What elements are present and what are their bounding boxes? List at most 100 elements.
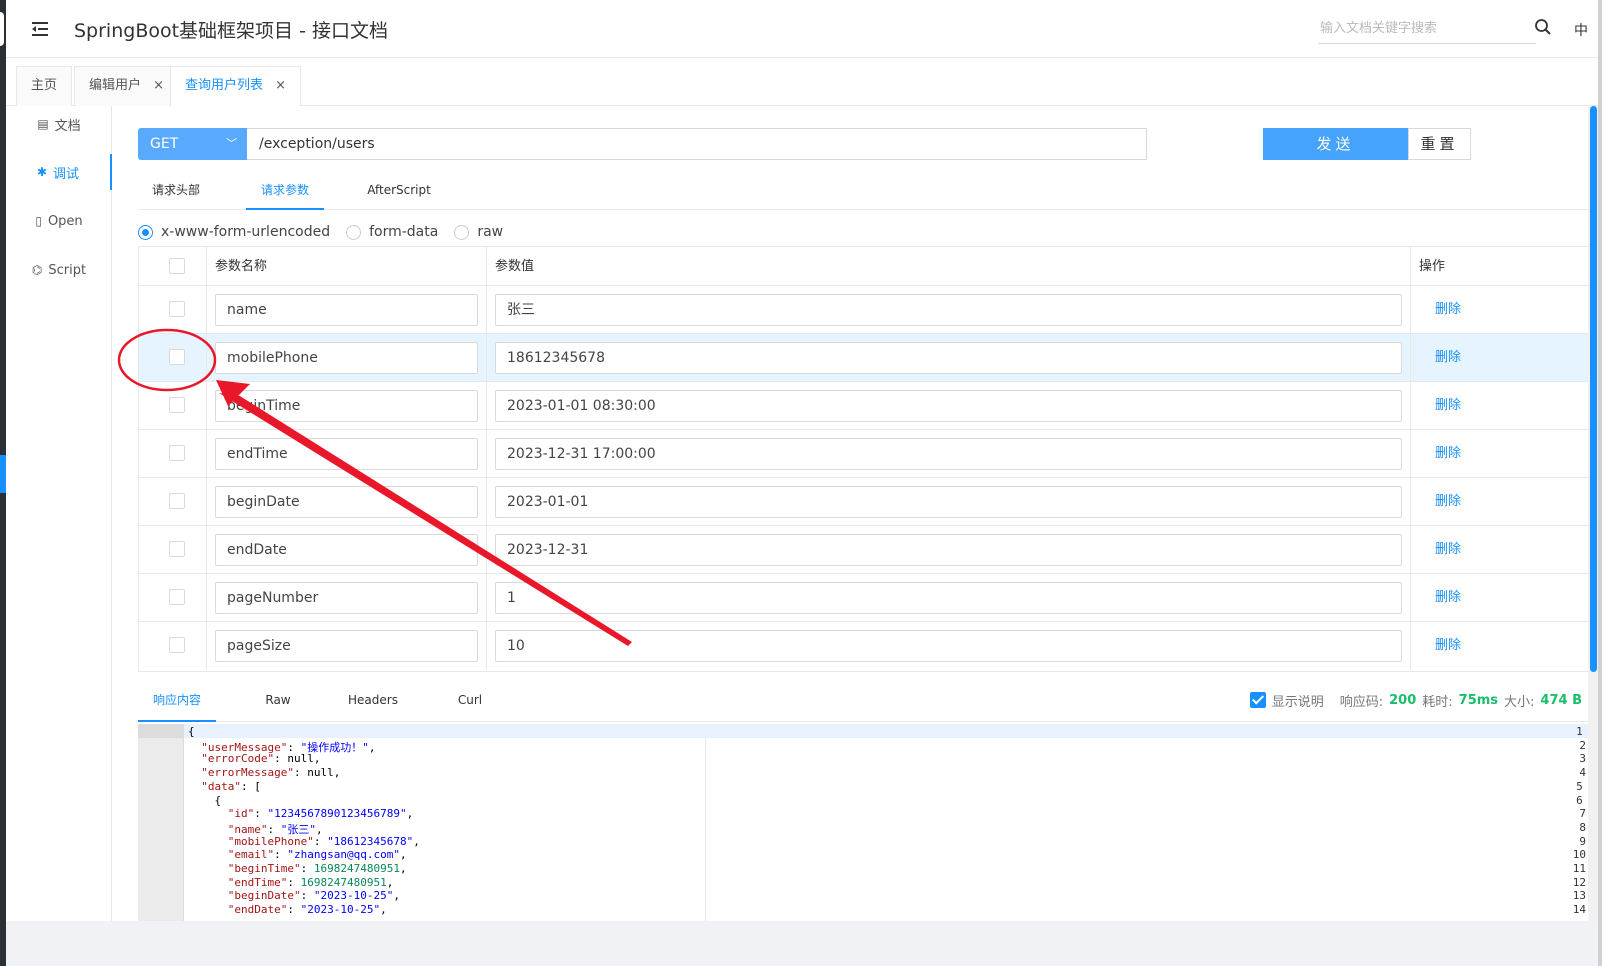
param-value-input[interactable]: 18612345678 [495, 342, 1402, 374]
param-value-input[interactable]: 1 [495, 582, 1402, 614]
param-name-input[interactable]: pageSize [215, 630, 478, 662]
row-checkbox[interactable] [169, 349, 185, 365]
tab-response-raw[interactable]: Raw [258, 686, 298, 722]
radio-unchecked[interactable] [454, 224, 470, 240]
param-name-input[interactable]: endTime [215, 438, 478, 470]
param-value-input[interactable]: 2023-01-01 08:30:00 [495, 390, 1402, 422]
line-number: 2 [1579, 738, 1586, 752]
url-input[interactable]: /exception/users [247, 128, 1147, 160]
param-value-input[interactable]: 2023-12-31 17:00:00 [495, 438, 1402, 470]
delete-param-button[interactable]: 删除 [1435, 622, 1461, 670]
row-checkbox[interactable] [169, 589, 185, 605]
code-line: "email": "zhangsan@qq.com", [227, 848, 407, 862]
row-checkbox[interactable] [169, 445, 185, 461]
row-checkbox[interactable] [169, 493, 185, 509]
radio-label: raw [477, 224, 504, 240]
code-line: { [188, 793, 222, 807]
document-icon: ▤ [37, 117, 49, 131]
delete-param-button[interactable]: 删除 [1435, 478, 1461, 526]
language-switch[interactable]: 中 [1574, 20, 1588, 40]
page-scrollbar-thumb[interactable] [1590, 106, 1597, 672]
line-number: 11 [1572, 862, 1586, 875]
close-icon[interactable]: × [153, 78, 164, 93]
row-checkbox[interactable] [169, 301, 185, 317]
send-button[interactable]: 发送 [1263, 128, 1408, 160]
tab-response-headers[interactable]: Headers [344, 686, 402, 722]
row-checkbox[interactable] [169, 637, 185, 653]
sidenav-item-open[interactable]: ▯ Open [6, 203, 112, 239]
row-checkbox[interactable] [169, 397, 185, 413]
param-value-input[interactable]: 2023-12-31 [495, 534, 1402, 566]
content-type-form-data[interactable]: form-data [346, 224, 438, 240]
elapsed-label: 耗时: [1422, 694, 1453, 710]
delete-param-button[interactable]: 删除 [1435, 382, 1461, 430]
table-row: endTime 2023-12-31 17:00:00 删除 [139, 430, 1597, 478]
param-value-input[interactable]: 10 [495, 630, 1402, 662]
line-number: 4 [1579, 766, 1586, 780]
param-value-input[interactable]: 张三 [495, 294, 1402, 326]
method-select[interactable]: GET ﹀ [138, 128, 247, 160]
close-icon[interactable]: × [275, 78, 286, 93]
request-tabs: 请求头部 请求参数 AfterScript [138, 170, 1598, 210]
sidenav-item-label: Script [48, 262, 87, 278]
tab-response-content[interactable]: 响应内容 [138, 686, 216, 722]
delete-param-button[interactable]: 删除 [1435, 526, 1461, 574]
sidenav-item-label: 文档 [54, 118, 81, 134]
line-number: 10 [1572, 848, 1586, 862]
line-number: 13 [1572, 889, 1586, 903]
response-code-editor[interactable]: 1 ▾{2 "userMessage": "操作成功！", 3 "errorCod… [138, 724, 1598, 921]
page-tab-label: 编辑用户 [89, 78, 142, 93]
response-meta: 显示说明 响应码: 200 耗时: 75ms 大小: 474 B [1249, 688, 1582, 712]
bug-icon: ✱ [36, 165, 48, 179]
row-checkbox[interactable] [169, 541, 185, 557]
param-name-input[interactable]: name [215, 294, 478, 326]
delete-param-button[interactable]: 删除 [1435, 334, 1461, 382]
param-value-input[interactable]: 2023-01-01 [495, 486, 1402, 518]
page-tab-bar: 主页 编辑用户 × 查询用户列表 × [6, 58, 1598, 107]
tab-request-headers[interactable]: 请求头部 [138, 170, 214, 210]
status-code-label: 响应码: [1339, 694, 1384, 710]
page-tab-edit-user[interactable]: 编辑用户 × [74, 66, 180, 106]
column-header-name: 参数名称 [215, 259, 268, 274]
radio-unchecked[interactable] [346, 224, 362, 240]
line-number: 8 [1579, 820, 1586, 834]
line-number: 12 [1572, 875, 1586, 889]
content-type-urlencoded[interactable]: x-www-form-urlencoded [138, 224, 330, 240]
size-value: 474 B [1540, 692, 1582, 708]
param-name-input[interactable]: beginTime [215, 390, 478, 422]
code-icon: ⌬ [31, 263, 43, 277]
sidenav-item-script[interactable]: ⌬ Script [6, 252, 112, 288]
sidenav-item-debug[interactable]: ✱ 调试 [6, 154, 112, 190]
column-header-action: 操作 [1419, 259, 1446, 274]
content-type-raw[interactable]: raw [454, 224, 503, 240]
code-line: "beginDate": "2023-10-25", [227, 889, 400, 903]
param-name-input[interactable]: pageNumber [215, 582, 478, 614]
chevron-down-icon: ﹀ [226, 137, 237, 150]
response-tabs: 响应内容 Raw Headers Curl 显示说明 响应码: 200 耗时: … [138, 686, 1598, 722]
delete-param-button[interactable]: 删除 [1435, 430, 1461, 478]
doc-search-input[interactable] [1318, 14, 1536, 44]
param-name-input[interactable]: endDate [215, 534, 478, 566]
tab-response-curl[interactable]: Curl [450, 686, 490, 722]
radio-checked[interactable] [138, 224, 153, 240]
table-row: beginTime 2023-01-01 08:30:00 删除 [139, 382, 1597, 430]
reset-button[interactable]: 重置 [1408, 128, 1471, 160]
page-tab-query-users[interactable]: 查询用户列表 × [170, 66, 302, 107]
search-icon[interactable] [1534, 18, 1552, 36]
tab-request-params[interactable]: 请求参数 [246, 170, 324, 210]
table-row: beginDate 2023-01-01 删除 [139, 478, 1597, 526]
show-description-checkbox[interactable] [1249, 692, 1266, 708]
tab-after-script[interactable]: AfterScript [360, 170, 438, 210]
page-tab-home[interactable]: 主页 [16, 66, 73, 106]
code-line: "errorCode": null, [201, 752, 321, 766]
param-name-input[interactable]: mobilePhone [215, 342, 478, 374]
delete-param-button[interactable]: 删除 [1435, 286, 1461, 334]
param-name-input[interactable]: beginDate [215, 486, 478, 518]
select-all-checkbox[interactable] [169, 258, 185, 274]
delete-param-button[interactable]: 删除 [1435, 574, 1461, 622]
sidenav-item-doc[interactable]: ▤ 文档 [6, 106, 112, 142]
file-icon: ▯ [35, 214, 42, 228]
app-title: SpringBoot基础框架项目 - 接口文档 [74, 20, 388, 42]
menu-fold-icon[interactable] [30, 19, 50, 39]
radio-label: form-data [369, 224, 439, 240]
